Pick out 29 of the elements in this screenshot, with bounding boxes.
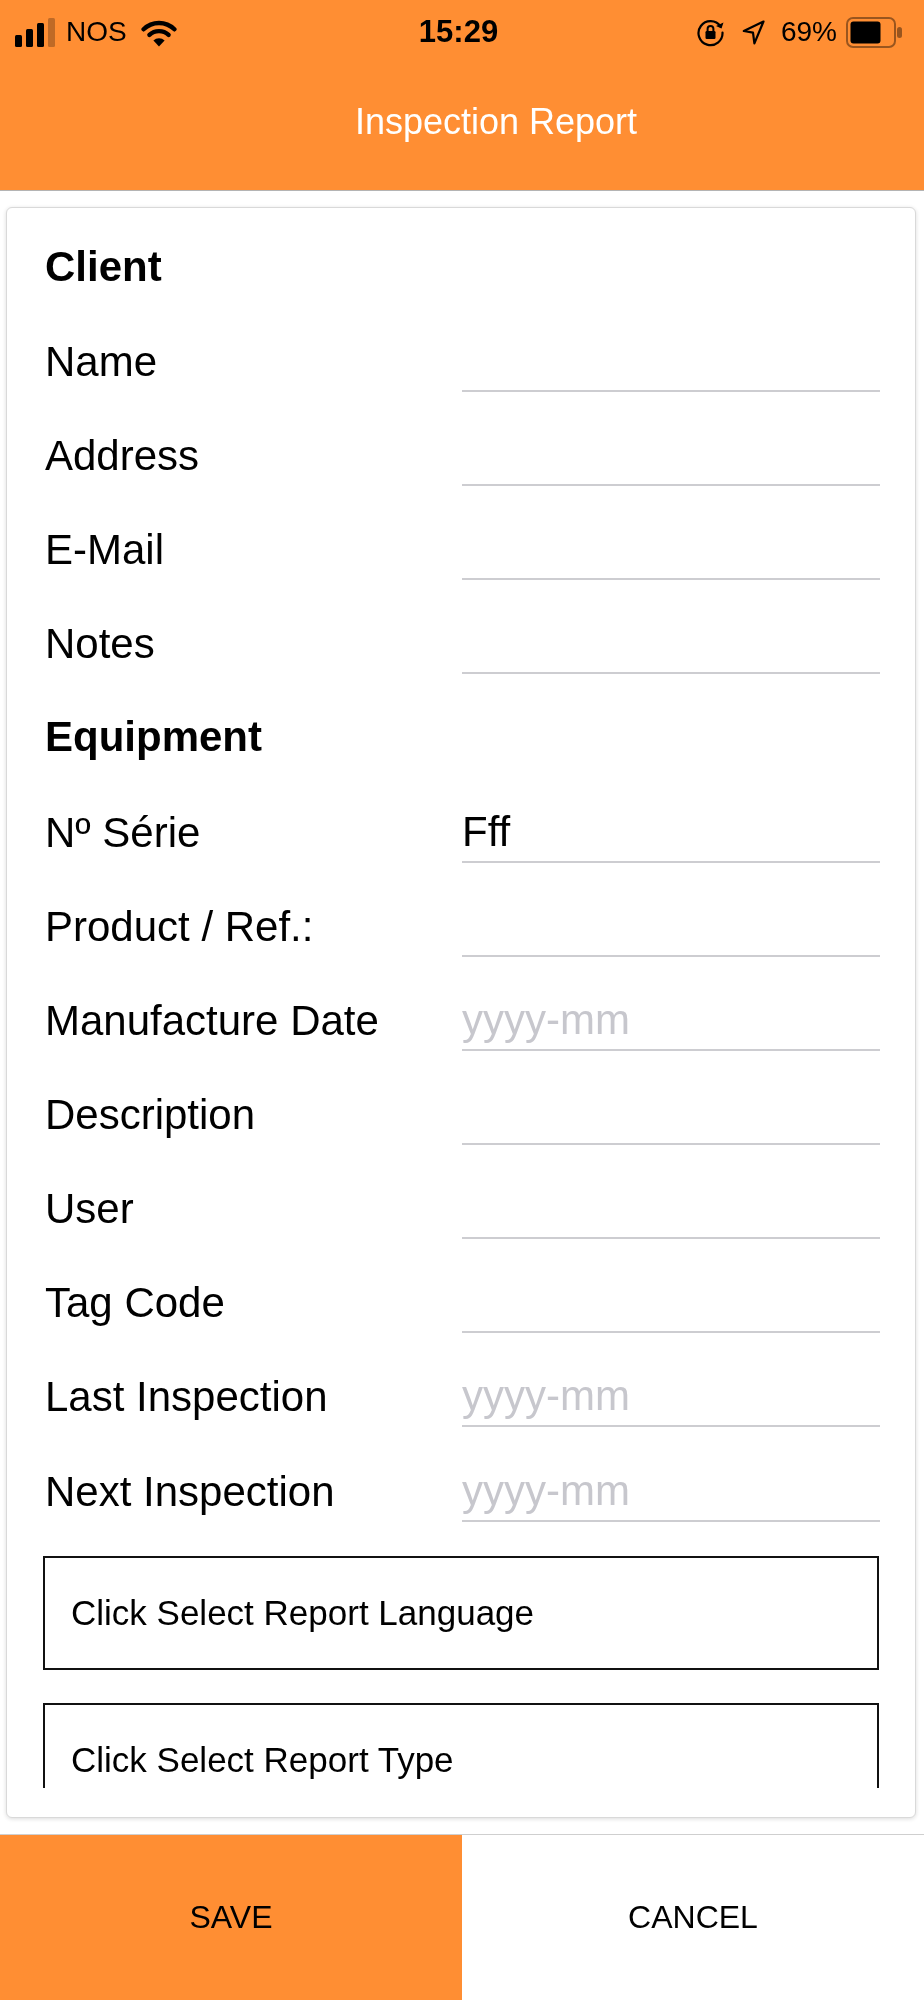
field-label: Tag Code bbox=[45, 1278, 226, 1329]
field-label: E-Mail bbox=[45, 525, 165, 576]
signal-icon bbox=[15, 17, 55, 47]
page-title: Inspection Report bbox=[354, 100, 638, 144]
text-field[interactable]: yyyy-mm bbox=[462, 990, 880, 1051]
location-arrow-icon bbox=[741, 19, 765, 45]
field-label: Notes bbox=[45, 619, 156, 670]
picker-field[interactable]: Click Select Report Type bbox=[43, 1702, 879, 1788]
field-label: Product / Ref.: bbox=[45, 901, 315, 952]
field-label: Last Inspection bbox=[45, 1372, 329, 1423]
carrier-name: NOS bbox=[66, 15, 127, 49]
picker-field[interactable]: Click Select Report Language bbox=[43, 1555, 879, 1670]
status-time: 15:29 bbox=[418, 14, 499, 50]
field-label: Next Inspection bbox=[45, 1466, 336, 1517]
field-label: Nº Série bbox=[45, 807, 202, 858]
text-field[interactable]: Fff bbox=[462, 802, 880, 863]
battery-percent: 69% bbox=[780, 15, 837, 49]
field-label: Address bbox=[45, 430, 201, 481]
field-label: Manufacture Date bbox=[45, 995, 380, 1046]
save-button[interactable]: SAVE bbox=[0, 1835, 462, 2000]
field-label: Description bbox=[45, 1090, 257, 1140]
field-label: User bbox=[45, 1184, 135, 1235]
section-heading: Client bbox=[45, 241, 163, 292]
field-label: Name bbox=[45, 336, 159, 387]
section-heading: Equipment bbox=[45, 712, 263, 763]
rotation-lock-icon bbox=[695, 17, 725, 47]
text-field[interactable]: yyyy-mm bbox=[462, 1367, 880, 1428]
text-field[interactable]: yyyy-mm bbox=[462, 1461, 880, 1522]
battery-icon bbox=[846, 16, 902, 48]
